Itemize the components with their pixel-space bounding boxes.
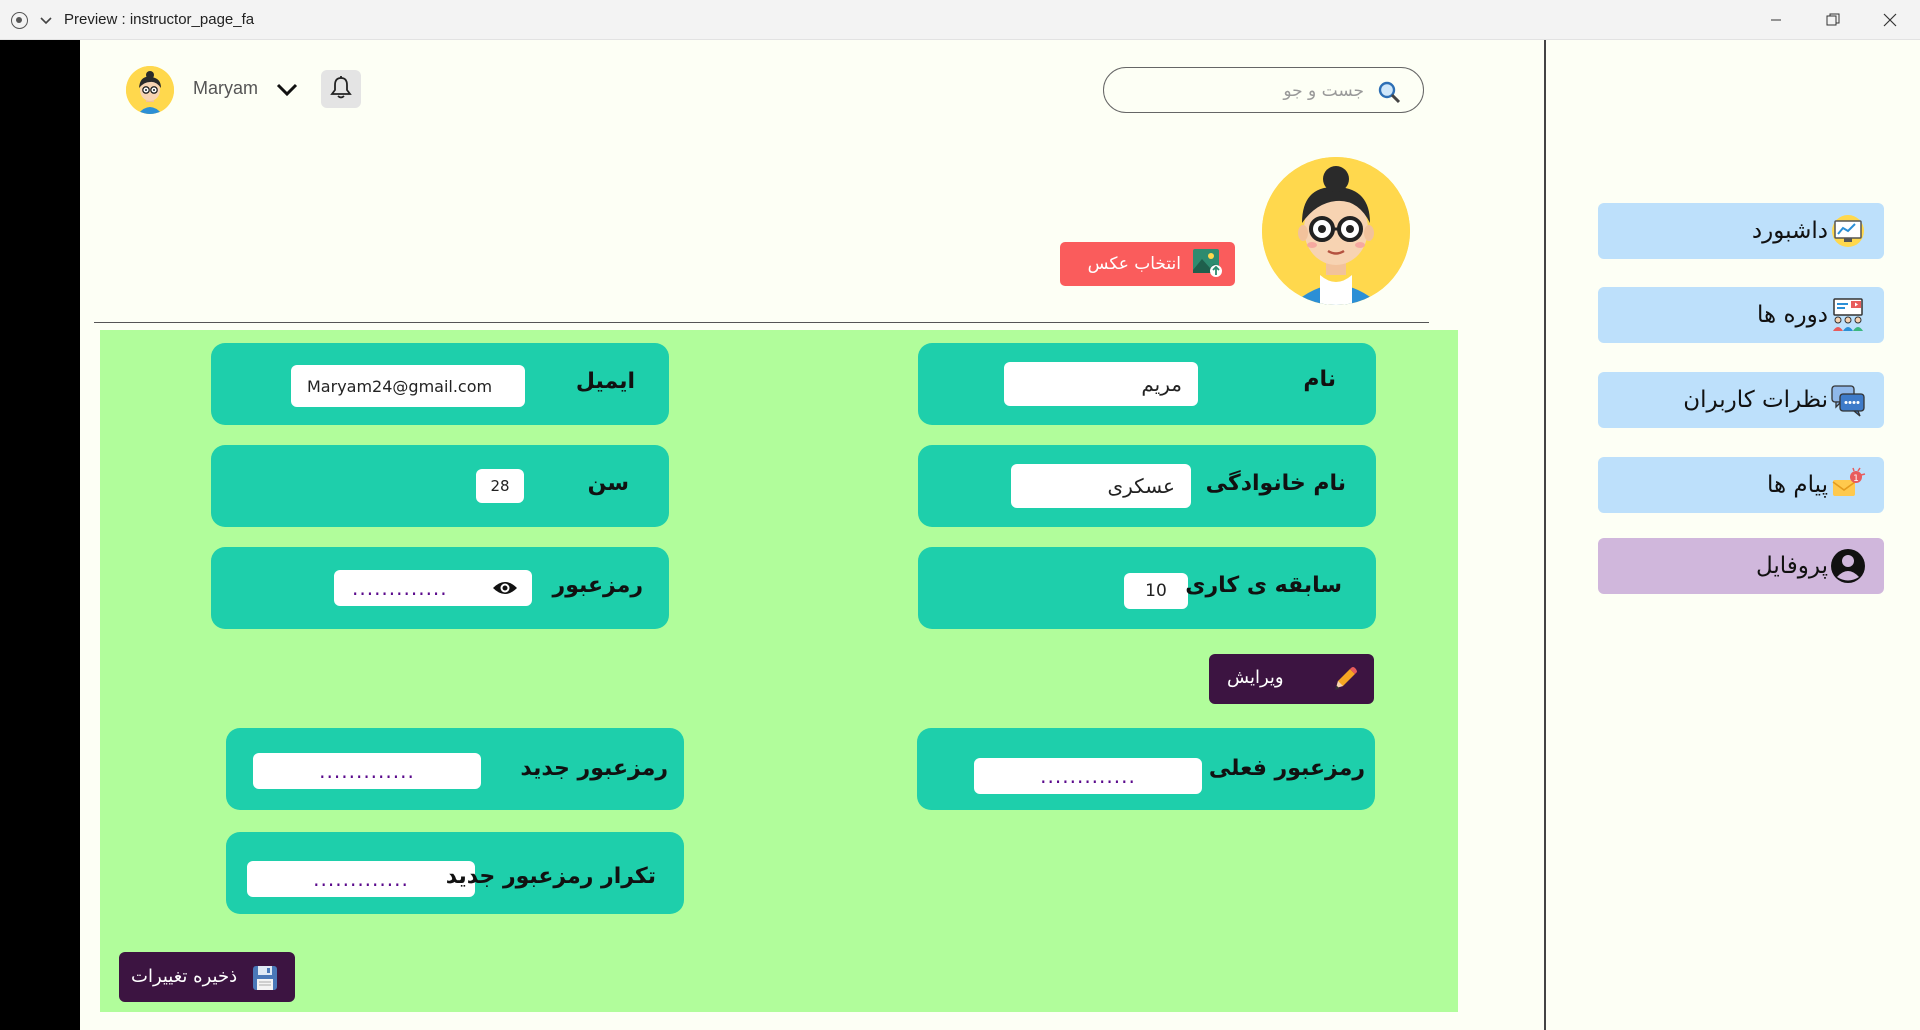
- app-window: Maryam جست و جو انتخاب عکس مریم نام Mary…: [80, 40, 1920, 1030]
- sidebar-item-courses[interactable]: دوره ها: [1598, 287, 1884, 343]
- header-divider: [94, 322, 1429, 323]
- choose-photo-label: انتخاب عکس: [1087, 254, 1181, 274]
- dashboard-icon: [1830, 213, 1866, 249]
- user-avatar[interactable]: [126, 66, 174, 114]
- sidebar-item-messages[interactable]: پیام ها 1: [1598, 457, 1884, 513]
- save-changes-button[interactable]: ذخیره تغییرات: [119, 952, 295, 1002]
- repeat-new-password-label: تکرار رمزعبور جدید: [445, 864, 656, 889]
- comments-icon: [1830, 382, 1866, 418]
- email-input[interactable]: Maryam24@gmail.com: [291, 365, 525, 407]
- chevron-down-icon[interactable]: [274, 78, 300, 100]
- search-input[interactable]: [1124, 78, 1364, 104]
- sidebar-item-profile[interactable]: پروفایل: [1598, 538, 1884, 594]
- email-field: Maryam24@gmail.com ایمیل: [211, 343, 669, 425]
- first-name-input[interactable]: مریم: [1004, 362, 1198, 406]
- current-password-label: رمزعبور فعلی: [1208, 756, 1365, 781]
- experience-field: 10 سابقه ی کاری: [918, 547, 1376, 629]
- email-label: ایمیل: [575, 369, 635, 394]
- search-icon[interactable]: [1377, 80, 1401, 104]
- current-password-field: ............. رمزعبور فعلی: [917, 728, 1375, 810]
- bell-icon: [330, 75, 352, 103]
- edit-button[interactable]: ویرایش: [1209, 654, 1374, 704]
- chevron-down-icon[interactable]: [38, 10, 54, 30]
- upload-image-icon: [1191, 246, 1223, 282]
- last-name-field: عسکری نام خانوادگی: [918, 445, 1376, 527]
- experience-input[interactable]: 10: [1124, 573, 1188, 609]
- first-name-label: نام: [1303, 367, 1336, 392]
- user-name: Maryam: [193, 78, 259, 98]
- window-title-bar: Preview : instructor_page_fa: [0, 0, 1920, 40]
- first-name-field: مریم نام: [918, 343, 1376, 425]
- age-label: سن: [587, 471, 629, 496]
- messages-badge: 1: [1853, 474, 1859, 484]
- search-box[interactable]: [1103, 67, 1424, 113]
- sidebar: داشبورد دوره ها نظرات کاربران پیام ها 1 …: [1544, 40, 1920, 1030]
- sidebar-item-dashboard[interactable]: داشبورد: [1598, 203, 1884, 259]
- password-label: رمزعبور: [552, 573, 643, 598]
- age-input[interactable]: 28: [476, 469, 524, 503]
- repeat-new-password-field: ............. تکرار رمزعبور جدید: [226, 832, 684, 914]
- last-name-input[interactable]: عسکری: [1011, 464, 1191, 508]
- courses-icon: [1830, 297, 1866, 333]
- choose-photo-button[interactable]: انتخاب عکس: [1060, 242, 1235, 286]
- minimize-button[interactable]: [1748, 0, 1804, 40]
- password-input[interactable]: .............: [334, 570, 532, 606]
- profile-icon: [1830, 548, 1866, 584]
- floppy-disk-icon: [251, 964, 279, 992]
- eye-icon[interactable]: [492, 579, 518, 597]
- age-field: 28 سن: [211, 445, 669, 527]
- new-password-label: رمزعبور جدید: [520, 756, 668, 781]
- repeat-new-password-input[interactable]: .............: [247, 861, 475, 897]
- experience-label: سابقه ی کاری: [1185, 573, 1342, 598]
- current-password-input[interactable]: .............: [974, 758, 1202, 794]
- messages-icon: 1: [1830, 467, 1866, 503]
- close-button[interactable]: [1862, 0, 1918, 40]
- notifications-button[interactable]: [321, 70, 361, 108]
- restore-button[interactable]: [1805, 0, 1861, 40]
- app-icon: [11, 12, 28, 29]
- profile-avatar: [1262, 157, 1410, 305]
- pencil-icon: [1332, 666, 1358, 692]
- new-password-field: ............. رمزعبور جدید: [226, 728, 684, 810]
- last-name-label: نام خانوادگی: [1205, 471, 1346, 496]
- password-field: ............. رمزعبور: [211, 547, 669, 629]
- new-password-input[interactable]: .............: [253, 753, 481, 789]
- window-title: Preview : instructor_page_fa: [64, 11, 255, 28]
- sidebar-item-comments[interactable]: نظرات کاربران: [1598, 372, 1884, 428]
